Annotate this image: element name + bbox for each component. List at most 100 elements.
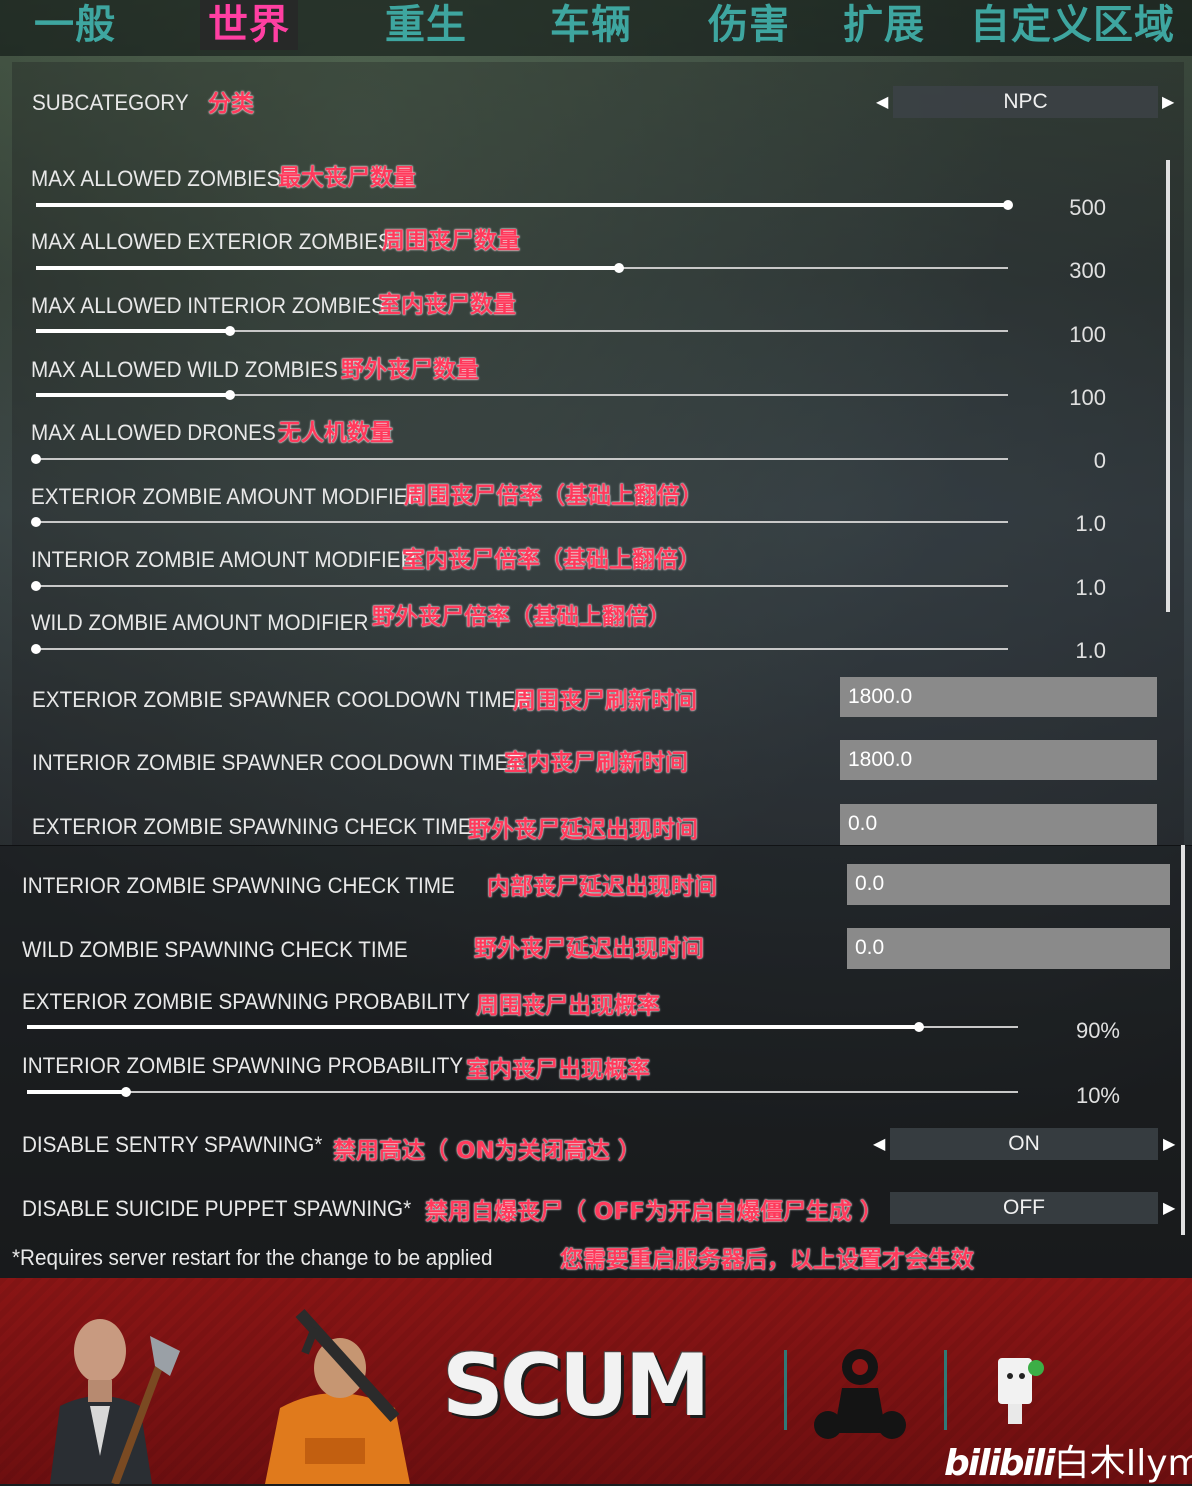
- slider-label: MAX ALLOWED EXTERIOR ZOMBIES: [31, 229, 392, 254]
- probability-knob[interactable]: [913, 1022, 924, 1032]
- restart-footnote: *Requires server restart for the change …: [12, 1245, 493, 1270]
- slider-track[interactable]: [31, 644, 1008, 654]
- exterior-cooldown-input[interactable]: 1800.0: [840, 677, 1157, 717]
- slider-note: 野外丧尸倍率（基础上翻倍）: [372, 604, 671, 630]
- sentry-spawning-selector[interactable]: ON: [890, 1128, 1158, 1160]
- slider-track[interactable]: [31, 454, 1008, 464]
- probability-track[interactable]: [27, 1087, 1018, 1097]
- subcategory-label: SUBCATEGORY: [32, 90, 189, 115]
- probability-note: 室内丧尸出现概率: [466, 1057, 650, 1083]
- tab-world[interactable]: 世界: [200, 0, 298, 50]
- toggle-label: DISABLE SENTRY SPAWNING*: [22, 1132, 323, 1157]
- slider-value: 300: [1069, 258, 1106, 283]
- slider-note: 周围丧尸倍率（基础上翻倍）: [404, 483, 703, 509]
- field-label: INTERIOR ZOMBIE SPAWNER COOLDOWN TIMER: [32, 750, 524, 775]
- banner-divider: [784, 1350, 787, 1430]
- sentry-prev-icon[interactable]: ◀: [873, 1128, 885, 1160]
- suicide-puppet-value: OFF: [1003, 1196, 1045, 1219]
- slider-fill: [36, 203, 1008, 207]
- field-label: WILD ZOMBIE SPAWNING CHECK TIME: [22, 937, 408, 962]
- slider-knob[interactable]: [31, 517, 41, 527]
- probability-label: INTERIOR ZOMBIE SPAWNING PROBABILITY: [22, 1053, 464, 1078]
- slider-value: 1.0: [1075, 511, 1106, 536]
- slider-track[interactable]: [31, 517, 1008, 527]
- field-note: 周围丧尸刷新时间: [513, 688, 697, 714]
- mascot-logo-icon: [998, 1358, 1044, 1424]
- slider-value: 0: [1093, 448, 1106, 473]
- slider-track[interactable]: [36, 326, 1008, 336]
- wild-check-time-input[interactable]: 0.0: [847, 928, 1170, 969]
- field-label: INTERIOR ZOMBIE SPAWNING CHECK TIME: [22, 873, 455, 898]
- field-note: 野外丧尸延迟出现时间: [474, 936, 704, 962]
- subcategory-prev-icon[interactable]: ◀: [876, 86, 888, 118]
- slider-knob[interactable]: [1003, 200, 1013, 210]
- tab-respawn[interactable]: 重生: [385, 0, 467, 50]
- probability-value: 10%: [1075, 1083, 1120, 1108]
- slider-label: INTERIOR ZOMBIE AMOUNT MODIFIER: [31, 547, 416, 572]
- probability-value: 90%: [1075, 1018, 1120, 1043]
- suicide-puppet-icon: [814, 1349, 906, 1439]
- character-axe-icon: [50, 1319, 180, 1484]
- probability-fill: [27, 1025, 919, 1029]
- slider-note: 室内丧尸倍率（基础上翻倍）: [402, 547, 701, 573]
- field-label: EXTERIOR ZOMBIE SPAWNING CHECK TIME: [32, 814, 472, 839]
- tab-vehicles[interactable]: 车辆: [550, 0, 632, 50]
- interior-check-time-input[interactable]: 0.0: [847, 864, 1170, 905]
- sentry-next-icon[interactable]: ▶: [1163, 1128, 1175, 1160]
- slider-note: 最大丧尸数量: [278, 165, 416, 191]
- slider-fill: [36, 266, 620, 270]
- tab-damage[interactable]: 伤害: [708, 0, 790, 50]
- slider-value: 1.0: [1075, 638, 1106, 663]
- slider-track[interactable]: [36, 263, 1008, 273]
- slider-label: EXTERIOR ZOMBIE AMOUNT MODIFIER: [31, 484, 423, 509]
- slider-track[interactable]: [36, 390, 1008, 400]
- slider-value: 1.0: [1075, 575, 1106, 600]
- exterior-check-time-input[interactable]: 0.0: [840, 804, 1157, 845]
- bilibili-user: 白木Ilym: [1053, 1443, 1192, 1484]
- toggle-label: DISABLE SUICIDE PUPPET SPAWNING*: [22, 1196, 412, 1221]
- tab-general[interactable]: 一般: [34, 0, 116, 50]
- probability-track[interactable]: [27, 1022, 1018, 1032]
- slider-label: MAX ALLOWED DRONES: [31, 420, 276, 445]
- probability-label: EXTERIOR ZOMBIE SPAWNING PROBABILITY: [22, 989, 471, 1014]
- banner-divider: [944, 1350, 947, 1430]
- field-note: 室内丧尸刷新时间: [504, 750, 688, 776]
- slider-label: MAX ALLOWED WILD ZOMBIES: [31, 357, 338, 382]
- field-note: 内部丧尸延迟出现时间: [487, 874, 717, 900]
- tab-extension[interactable]: 扩展: [843, 0, 925, 50]
- slider-note: 周围丧尸数量: [382, 228, 520, 254]
- slider-knob[interactable]: [31, 581, 41, 591]
- slider-fill: [36, 329, 231, 333]
- slider-label: WILD ZOMBIE AMOUNT MODIFIER: [31, 610, 369, 635]
- interior-cooldown-input[interactable]: 1800.0: [840, 740, 1157, 780]
- slider-knob[interactable]: [31, 644, 41, 654]
- slider-track[interactable]: [36, 200, 1013, 210]
- field-note: 野外丧尸延迟出现时间: [468, 817, 698, 843]
- sentry-spawning-value: ON: [1008, 1132, 1040, 1155]
- scrollbar-bottom[interactable]: [1181, 845, 1185, 1235]
- subcategory-next-icon[interactable]: ▶: [1162, 86, 1174, 118]
- slider-note: 室内丧尸数量: [378, 292, 516, 318]
- probability-fill: [27, 1090, 127, 1094]
- subcategory-note: 分类: [208, 91, 254, 117]
- slider-track[interactable]: [31, 581, 1008, 591]
- subcategory-selector[interactable]: NPC: [893, 86, 1158, 118]
- bilibili-watermark: bilibili白木Ilym: [944, 1434, 1192, 1486]
- slider-note: 野外丧尸数量: [341, 357, 479, 383]
- slider-note: 无人机数量: [278, 420, 393, 446]
- scrollbar-top[interactable]: [1166, 160, 1170, 612]
- slider-value: 500: [1069, 195, 1106, 220]
- slider-label: MAX ALLOWED ZOMBIES: [31, 166, 281, 191]
- suicide-puppet-next-icon[interactable]: ▶: [1163, 1192, 1175, 1224]
- slider-label: MAX ALLOWED INTERIOR ZOMBIES: [31, 293, 385, 318]
- suicide-puppet-selector[interactable]: OFF: [890, 1192, 1158, 1224]
- tab-bar: 一般 世界 重生 车辆 伤害 扩展 自定义区域: [0, 0, 1192, 56]
- scum-logo: SCUM: [442, 1336, 710, 1436]
- subcategory-value: NPC: [1003, 90, 1048, 113]
- toggle-note: 禁用高达（ ON为关闭高达 ）: [333, 1138, 641, 1164]
- slider-value: 100: [1069, 322, 1106, 347]
- slider-knob[interactable]: [31, 454, 41, 464]
- slider-fill: [36, 393, 231, 397]
- slider-value: 100: [1069, 385, 1106, 410]
- tab-custom-zones[interactable]: 自定义区域: [970, 0, 1175, 50]
